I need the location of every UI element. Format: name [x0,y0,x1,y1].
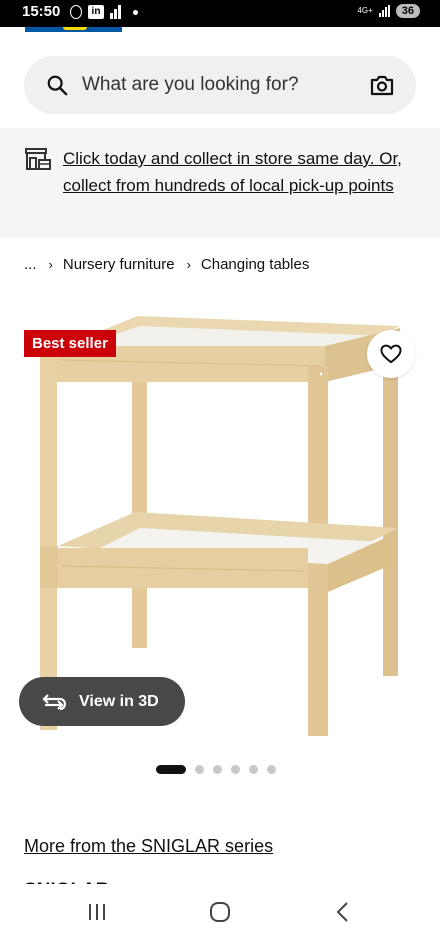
home-icon[interactable] [209,901,231,923]
notification-app-icon [70,5,82,19]
more-notifications-dot-icon [133,9,138,15]
carousel-dot[interactable] [267,765,276,774]
network-type: 4G+ [357,6,373,15]
carousel-dot[interactable] [195,765,204,774]
carousel-dot[interactable] [249,765,258,774]
search-bar[interactable] [24,56,416,114]
series-link[interactable]: More from the SNIGLAR series [24,836,273,857]
recent-apps-icon[interactable] [86,902,108,922]
carousel-dot[interactable] [231,765,240,774]
carousel-dot-active[interactable] [156,765,186,774]
search-input[interactable] [82,74,352,96]
status-bar: 15:50 in 4G+ 36 [0,0,440,27]
camera-icon[interactable] [370,73,394,97]
notification-bars-icon [110,5,121,19]
battery-level: 36 [395,4,420,18]
breadcrumb-item-nursery-furniture[interactable]: Nursery furniture [63,256,175,273]
view-in-3d-button[interactable]: View in 3D [19,677,185,726]
store-icon [25,148,51,170]
linkedin-icon: in [88,5,104,19]
breadcrumb: ... › Nursery furniture › Changing table… [24,256,309,273]
view-in-3d-label: View in 3D [79,692,159,710]
favourite-button[interactable] [367,330,415,378]
back-icon[interactable] [333,901,353,923]
search-icon [47,75,68,96]
navigation-bar [0,884,440,942]
status-time: 15:50 [22,3,61,20]
carousel-dot[interactable] [213,765,222,774]
breadcrumb-separator: › [48,257,53,272]
breadcrumb-ellipsis[interactable]: ... [24,256,37,273]
notification-icons: in [70,5,138,19]
image-carousel-dots[interactable] [156,765,276,774]
logo[interactable] [25,27,122,32]
best-seller-badge: Best seller [24,330,116,357]
breadcrumb-separator: › [186,257,191,272]
breadcrumb-item-changing-tables[interactable]: Changing tables [201,256,309,273]
heart-icon [380,344,402,364]
rotate-icon [42,693,67,710]
signal-icon [378,5,390,17]
click-collect-link[interactable]: Click today and collect in store same da… [63,145,413,199]
system-icons: 4G+ 36 [357,4,420,18]
